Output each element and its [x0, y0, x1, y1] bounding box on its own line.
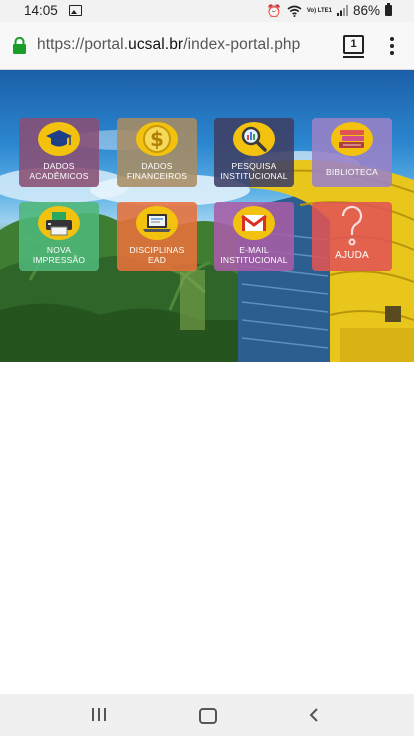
menu-dot [390, 37, 394, 41]
battery-icon [385, 3, 392, 16]
tile-disciplinas-ead[interactable]: DISCIPLINAS EAD [117, 202, 197, 271]
recent-apps-bar [104, 708, 106, 721]
status-time: 14:05 [24, 3, 58, 18]
dollar-coin-icon: $ [136, 122, 178, 156]
printer-icon [38, 206, 80, 240]
recent-apps-button[interactable] [92, 708, 108, 721]
tab-switcher-button[interactable]: 1 [343, 35, 364, 58]
status-bar: 14:05 ⏰ Vo) LTE1 86% [0, 0, 414, 22]
home-button[interactable] [199, 708, 217, 724]
tile-email-institucional[interactable]: E-MAIL INSTITUCIONAL [214, 202, 294, 271]
url-path: /index-portal.php [183, 36, 301, 53]
tile-label: EAD [147, 255, 167, 265]
tile-label: DISCIPLINAS [129, 245, 185, 255]
tile-label: DADOS [43, 161, 75, 171]
portal-banner: DADOS ACADÊMICOS $ DADOS FINANCEIROS PES… [0, 70, 414, 362]
books-icon [331, 122, 373, 156]
url-prefix: https://portal. [37, 36, 129, 53]
android-nav-bar [0, 694, 414, 736]
recent-apps-bar [92, 708, 94, 721]
question-mark-icon [336, 204, 368, 248]
url-domain: ucsal.br [128, 36, 184, 53]
tile-label: E-MAIL [239, 245, 269, 255]
gallery-icon [69, 5, 82, 16]
tile-biblioteca[interactable]: BIBLIOTECA [312, 118, 392, 187]
signal-icon [336, 5, 348, 16]
recent-apps-bar [98, 708, 100, 721]
tile-label: NOVA [46, 245, 72, 255]
tile-label: BIBLIOTECA [325, 167, 379, 177]
status-indicators: ⏰ Vo) LTE1 86% [267, 3, 392, 18]
back-button[interactable] [308, 708, 320, 722]
tile-label: ACADÊMICOS [29, 171, 89, 181]
tile-ajuda[interactable]: AJUDA [312, 202, 392, 271]
lock-icon [13, 37, 26, 54]
browser-menu-button[interactable] [389, 37, 395, 55]
svg-text:$: $ [150, 127, 164, 151]
magnifier-icon [233, 122, 275, 156]
tile-nova-impressao[interactable]: NOVA IMPRESSÃO [19, 202, 99, 271]
menu-dot [390, 51, 394, 55]
tile-label: FINANCEIROS [126, 171, 188, 181]
browser-address-bar[interactable]: https://portal.ucsal.br/index-portal.php… [0, 22, 414, 70]
tile-dados-financeiros[interactable]: $ DADOS FINANCEIROS [117, 118, 197, 187]
battery-percent: 86% [352, 3, 380, 18]
tile-label: PESQUISA [231, 161, 277, 171]
tile-label: AJUDA [335, 250, 369, 261]
graduation-cap-icon [38, 122, 80, 156]
tile-pesquisa-institucional[interactable]: PESQUISA INSTITUCIONAL [214, 118, 294, 187]
network-type: Vo) LTE1 [306, 7, 332, 14]
wifi-icon [287, 5, 302, 17]
menu-dot [390, 44, 394, 48]
tile-dados-academicos[interactable]: DADOS ACADÊMICOS [19, 118, 99, 187]
laptop-icon [136, 206, 178, 240]
gmail-icon [233, 206, 275, 240]
tile-label: INSTITUCIONAL [220, 171, 288, 181]
url-text[interactable]: https://portal.ucsal.br/index-portal.php [37, 36, 300, 54]
tile-label: IMPRESSÃO [32, 255, 86, 265]
alarm-icon: ⏰ [266, 3, 282, 18]
tile-label: INSTITUCIONAL [220, 255, 288, 265]
tile-label: DADOS [141, 161, 173, 171]
